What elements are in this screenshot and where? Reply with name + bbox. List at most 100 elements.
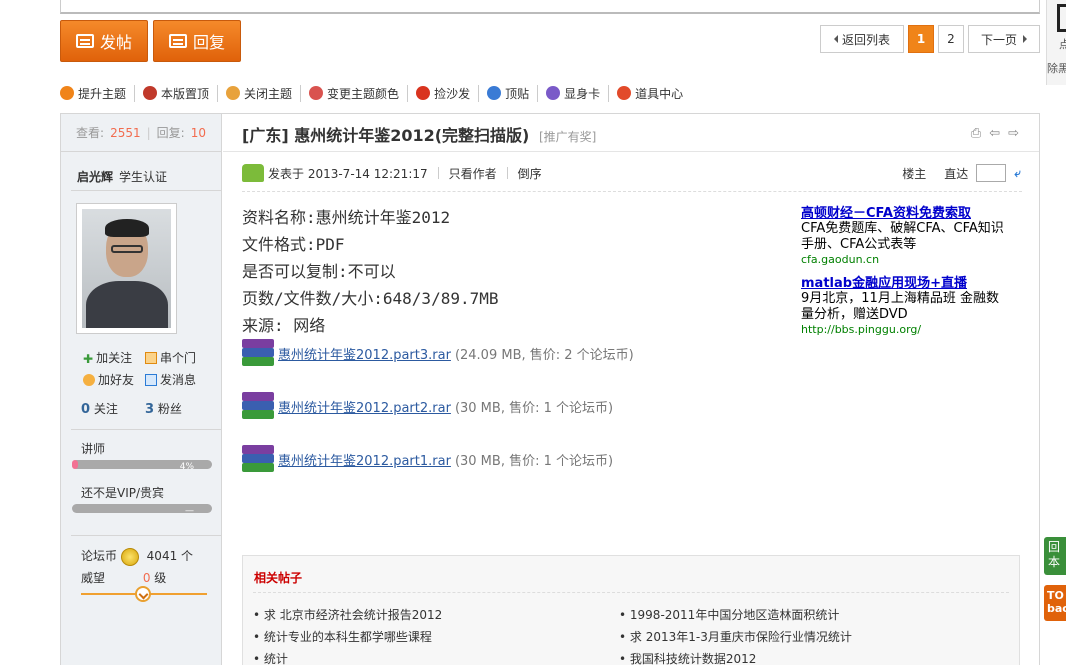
plus-icon: ✚ <box>83 351 94 366</box>
toolbar-item[interactable]: 显身卡 <box>538 84 610 102</box>
related-title: 相关帖子 <box>254 571 303 585</box>
post-body: [广东] 惠州统计年鉴2012(完整扫描版) [推广有奖] ⎙ ⇦ ⇨ 发表于 … <box>223 114 1039 665</box>
reverse-order-link[interactable]: 倒序 <box>518 165 542 182</box>
qr-code-panel[interactable]: 点 除黑 <box>1046 0 1066 85</box>
attachment-item: 惠州统计年鉴2012.part1.rar (30 MB, 售价: 1 个论坛币) <box>242 445 613 473</box>
post-title: [广东] 惠州统计年鉴2012(完整扫描版) [推广有奖] <box>242 122 596 146</box>
message-link[interactable]: 发消息 <box>145 371 196 388</box>
post-date: 发表于 2013-7-14 12:21:17 <box>268 166 428 181</box>
post-content: 资料名称:惠州统计年鉴2012 文件格式:PDF 是否可以复制:不可以 页数/文… <box>242 204 499 339</box>
related-item[interactable]: 统计专业的本科生都学哪些课程 <box>253 628 432 645</box>
page-1-link[interactable]: 1 <box>908 25 934 53</box>
add-friend-link[interactable]: 加好友 <box>83 371 134 388</box>
ad-panel: 高顿财经－CFA资料免费索取 CFA免费题库、破解CFA、CFA知识手册、CFA… <box>801 202 1011 342</box>
attachment-link[interactable]: 惠州统计年鉴2012.part1.rar <box>278 450 451 469</box>
reputation-row: 威望 0 级 <box>81 569 166 586</box>
vip-progress-text: — <box>185 506 194 516</box>
attachment-link[interactable]: 惠州统计年鉴2012.part3.rar <box>278 344 451 363</box>
replies-count: 10 <box>190 125 206 140</box>
prev-thread-icon[interactable]: ⇦ <box>989 126 1000 141</box>
goto-floor-input[interactable] <box>976 164 1007 182</box>
related-item[interactable]: 我国科技统计数据2012 <box>619 650 757 665</box>
related-item[interactable]: 统计 <box>253 650 288 665</box>
related-item[interactable]: 1998-2011年中国分地区造林面积统计 <box>619 606 839 623</box>
message-label: 发消息 <box>160 373 197 387</box>
post-frame: 查看: 2551 | 回复: 10 启光辉 学生认证 ✚ 加关注 串个门 加好友… <box>60 113 1040 665</box>
following-stat[interactable]: 0 关注 <box>81 400 118 417</box>
post-title-text: [广东] 惠州统计年鉴2012(完整扫描版) <box>242 126 530 145</box>
avatar[interactable] <box>76 203 177 334</box>
floor-controls: 楼主 直达 ⤶ <box>902 164 1021 182</box>
expand-toggle-icon[interactable] <box>135 586 151 602</box>
post-meta: 发表于 2013-7-14 12:21:17 只看作者 倒序 <box>242 164 542 182</box>
following-label: 关注 <box>93 402 118 416</box>
next-page-button[interactable]: 下一页 <box>968 25 1040 53</box>
back-to-list-button[interactable]: 返回列表 <box>820 25 904 53</box>
page: 发帖 回复 返回列表 1 2 下一页 点 除黑 回 本 TO bac 提升主题 本… <box>0 0 1066 665</box>
back-to-top-button[interactable]: TO bac <box>1044 585 1066 621</box>
title-actions: ⎙ ⇦ ⇨ <box>971 126 1019 141</box>
attachment-item: 惠州统计年鉴2012.part2.rar (30 MB, 售价: 1 个论坛币) <box>242 392 613 420</box>
add-friend-label: 加好友 <box>98 373 135 387</box>
ad-description: CFA免费题库、破解CFA、CFA知识手册、CFA公式表等 <box>801 221 1004 252</box>
reply-button[interactable]: 回复 <box>153 20 241 62</box>
divider <box>71 190 221 191</box>
attachment-link[interactable]: 惠州统计年鉴2012.part2.rar <box>278 397 451 416</box>
pin-icon <box>143 86 158 100</box>
ad-description: 9月北京，11月上海精品班 金融数量分析，赠送DVD <box>801 291 999 322</box>
content-line: 是否可以复制:不可以 <box>242 262 396 281</box>
goto-arrow-icon[interactable]: ⤶ <box>1014 166 1021 181</box>
rank-label: 讲师 <box>81 442 106 456</box>
post-button-label: 发帖 <box>99 33 132 52</box>
following-count: 0 <box>81 402 91 417</box>
ad-title[interactable]: matlab金融应用现场+直播 <box>801 272 1011 291</box>
only-author-link[interactable]: 只看作者 <box>449 165 497 182</box>
author-sidebar: 查看: 2551 | 回复: 10 启光辉 学生认证 ✚ 加关注 串个门 加好友… <box>61 114 222 665</box>
toolbar-item[interactable]: 关闭主题 <box>218 84 302 102</box>
vip-progress-bar: — <box>72 504 212 516</box>
coins-value: 4041 个 <box>146 549 194 563</box>
home-icon <box>145 351 157 364</box>
page-2-link[interactable]: 2 <box>938 25 964 53</box>
paint-icon <box>309 86 324 100</box>
chevron-right-icon <box>1023 35 1027 43</box>
visit-link[interactable]: 串个门 <box>145 349 196 366</box>
toolbar-item[interactable]: 顶贴 <box>479 84 539 102</box>
float-reply-button[interactable]: 回 本 <box>1044 537 1066 575</box>
follow-link[interactable]: ✚ 加关注 <box>83 349 132 366</box>
toolbar-item[interactable]: 提升主题 <box>60 84 136 102</box>
toolbar-item-label: 显身卡 <box>564 86 601 101</box>
related-item[interactable]: 求 2013年1-3月重庆市保险行业情况统计 <box>619 628 852 645</box>
content-line: 文件格式:PDF <box>242 235 345 254</box>
next-page-label: 下一页 <box>980 32 1017 47</box>
toolbar-item[interactable]: 变更主题颜色 <box>301 84 409 102</box>
divider <box>242 191 1022 192</box>
fans-count: 3 <box>145 402 155 417</box>
author-name[interactable]: 启光辉 <box>77 168 113 185</box>
visit-label: 串个门 <box>160 351 197 365</box>
reply-button-label: 回复 <box>192 33 225 52</box>
post-title-row: [广东] 惠州统计年鉴2012(完整扫描版) [推广有奖] ⎙ ⇦ ⇨ <box>223 114 1039 152</box>
promo-tag[interactable]: [推广有奖] <box>539 130 596 144</box>
related-item[interactable]: 求 北京市经济社会统计报告2012 <box>253 606 442 623</box>
reputation-unit: 级 <box>150 571 167 585</box>
reputation-label: 威望 <box>81 571 106 585</box>
divider <box>437 167 439 179</box>
goto-label: 直达 <box>944 166 969 181</box>
post-button[interactable]: 发帖 <box>60 20 148 62</box>
rar-file-icon <box>242 445 274 473</box>
ad-title[interactable]: 高顿财经－CFA资料免费索取 <box>801 202 1011 221</box>
next-thread-icon[interactable]: ⇨ <box>1008 126 1019 141</box>
toolbar-item[interactable]: 捡沙发 <box>408 84 480 102</box>
ad-url[interactable]: http://bbs.pinggu.org/ <box>801 323 1011 336</box>
toolbar-item[interactable]: 道具中心 <box>609 85 691 102</box>
toolbar-item-label: 关闭主题 <box>244 86 293 101</box>
toolbar-item-label: 本版置顶 <box>161 86 210 101</box>
toolbar-item[interactable]: 本版置顶 <box>135 84 219 102</box>
views-label: 查看: <box>76 126 105 140</box>
attachment-info: (30 MB, 售价: 1 个论坛币) <box>454 453 614 469</box>
print-icon[interactable]: ⎙ <box>971 126 981 141</box>
ad-url[interactable]: cfa.gaodun.cn <box>801 253 1011 266</box>
reply-icon <box>168 34 187 48</box>
fans-stat[interactable]: 3 粉丝 <box>145 400 182 417</box>
